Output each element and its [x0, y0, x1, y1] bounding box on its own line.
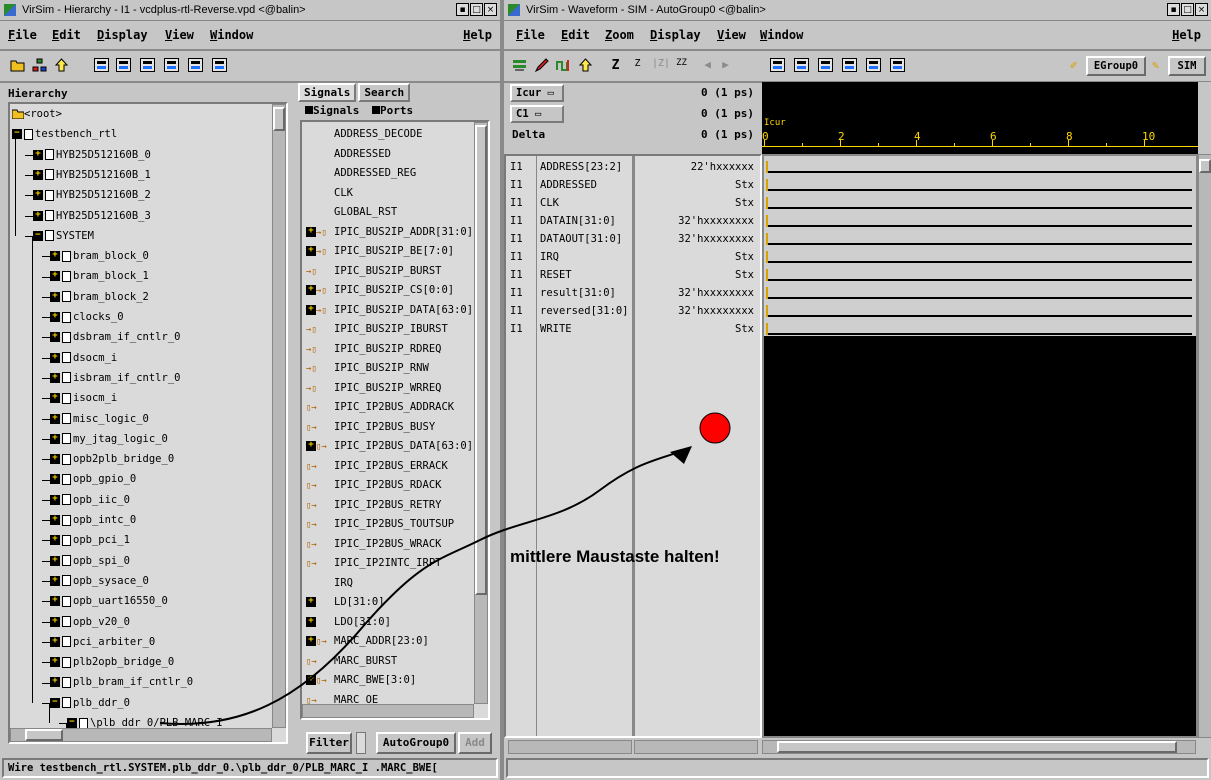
drag-annotation [159, 412, 731, 725]
red-dot-icon [699, 412, 731, 444]
annotation-text: mittlere Maustaste halten! [510, 547, 720, 566]
